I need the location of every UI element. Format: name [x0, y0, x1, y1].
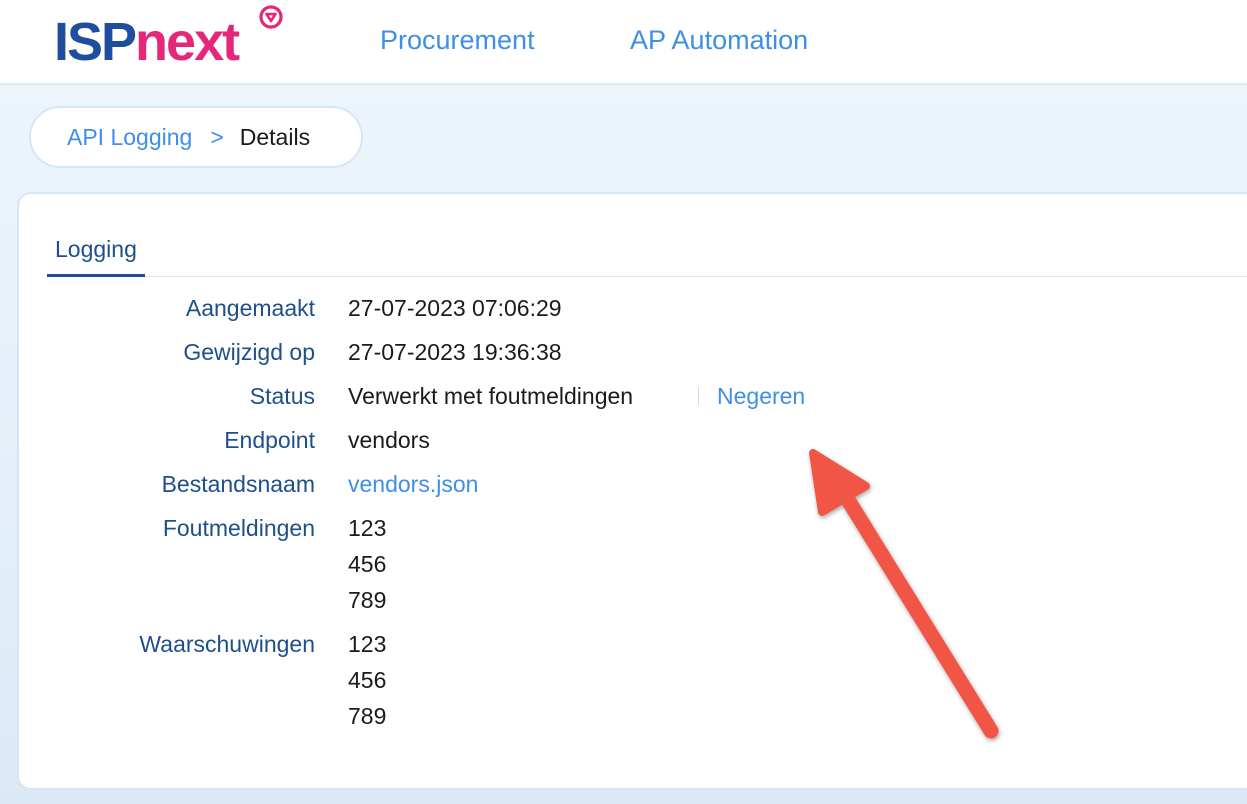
endpoint-label: Endpoint — [224, 427, 315, 453]
tab-bar: Logging — [47, 234, 1247, 277]
filename-link[interactable]: vendors.json — [348, 466, 478, 502]
breadcrumb-api-logging[interactable]: API Logging — [67, 124, 192, 151]
ignore-status-link[interactable]: Negeren — [717, 378, 805, 414]
modified-label: Gewijzigd op — [183, 339, 315, 365]
nav-ap-automation[interactable]: AP Automation — [630, 22, 808, 58]
logo-text-next: next — [135, 12, 240, 72]
warning-item: 456 — [348, 667, 387, 693]
warnings-label: Waarschuwingen — [139, 631, 315, 657]
warnings-list: 123 456 789 — [348, 626, 386, 734]
error-item: 123 — [348, 515, 387, 541]
warning-item: 123 — [348, 631, 387, 657]
endpoint-value: vendors — [348, 427, 430, 453]
errors-label: Foutmeldingen — [162, 515, 315, 541]
logo-mark-icon — [259, 5, 283, 29]
errors-list: 123 456 789 — [348, 510, 386, 618]
logo-text-isp: ISP — [54, 12, 137, 72]
error-item: 456 — [348, 551, 387, 577]
breadcrumb-separator: > — [210, 123, 224, 150]
breadcrumb-current: Details — [239, 123, 311, 150]
breadcrumb: API Logging > Details — [29, 106, 363, 168]
top-header: ISP next Procurement AP Automation — [0, 0, 1247, 85]
nav-procurement[interactable]: Procurement — [380, 22, 535, 58]
isp-next-logo[interactable]: ISP next — [54, 5, 283, 72]
status-label: Status — [249, 383, 315, 409]
error-item: 789 — [348, 587, 387, 613]
tab-logging[interactable]: Logging — [47, 234, 145, 277]
status-divider — [698, 387, 699, 405]
filename-label: Bestandsnaam — [161, 471, 315, 497]
created-value: 27-07-2023 07:06:29 — [348, 295, 562, 321]
modified-value: 27-07-2023 19:36:38 — [348, 339, 562, 365]
status-value: Verwerkt met foutmeldingen — [348, 383, 634, 409]
details-card: Logging Aangemaakt 27-07-2023 07:06:29 G… — [17, 192, 1247, 790]
created-label: Aangemaakt — [185, 295, 315, 321]
warning-item: 789 — [348, 703, 387, 729]
